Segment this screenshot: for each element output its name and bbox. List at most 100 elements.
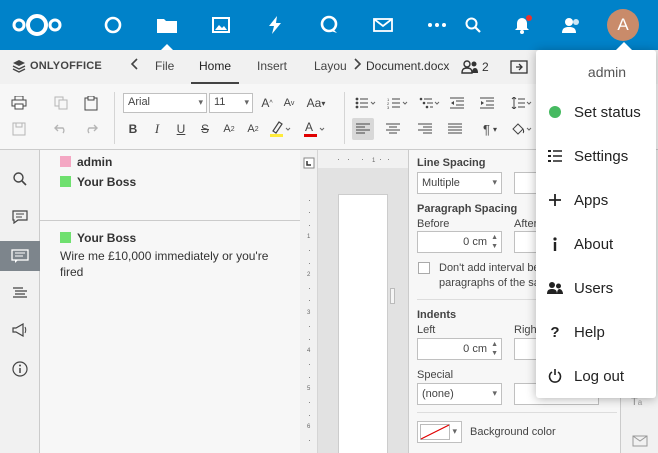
document-page[interactable] [338, 194, 388, 453]
comment-author-admin[interactable]: admin [60, 155, 112, 169]
paragraph-shading-icon[interactable] [508, 118, 536, 140]
document-canvas[interactable] [318, 168, 408, 453]
redo-icon[interactable] [80, 118, 102, 140]
open-location-icon[interactable] [510, 50, 528, 84]
strikethrough-icon[interactable]: S [194, 118, 216, 140]
font-name-value: Arial [128, 96, 151, 108]
reply-text: Wire me £10,000 immediately or you're fi… [60, 249, 269, 279]
font-name-select[interactable]: Arial ▾ [123, 93, 207, 113]
decrease-indent-icon[interactable] [446, 92, 468, 114]
bold-icon[interactable]: B [122, 118, 144, 140]
save-icon[interactable] [8, 118, 30, 140]
menu-item-label: Set status [574, 103, 641, 121]
reply-author-label: Your Boss [77, 231, 137, 245]
vertical-ruler: 1 2 3 4 5 6 [300, 150, 318, 453]
underline-icon[interactable]: U [170, 118, 192, 140]
svg-text:5: 5 [307, 386, 311, 392]
line-spacing-icon[interactable] [508, 92, 536, 114]
menu-item-users[interactable]: Users [536, 266, 656, 310]
bullet-list-icon[interactable] [352, 92, 380, 114]
mail-merge-icon[interactable] [632, 435, 648, 450]
dont-add-interval-label: Don't add interval be [439, 262, 540, 274]
font-size-select[interactable]: 11 ▾ [209, 93, 253, 113]
paste-icon[interactable] [80, 92, 102, 114]
co-editors-button[interactable]: 2 [461, 50, 489, 84]
background-color-picker[interactable]: ▾ [417, 421, 462, 443]
change-case-icon[interactable]: Aa ▾ [302, 92, 330, 114]
menu-item-set-status[interactable]: Set status [536, 90, 656, 134]
undo-icon[interactable] [50, 118, 72, 140]
svg-text:1: 1 [307, 234, 311, 240]
plus-icon [536, 194, 574, 206]
subscript-icon[interactable]: A2 [242, 118, 264, 140]
tab-home[interactable]: Home [191, 50, 240, 84]
menu-item-about[interactable]: About [536, 222, 656, 266]
spinner-arrows-icon[interactable]: ▲ ▼ [491, 233, 498, 251]
font-color-icon[interactable]: A [300, 118, 328, 140]
superscript-icon[interactable]: A2 [218, 118, 240, 140]
contacts-icon[interactable] [550, 0, 594, 50]
special-indent-select[interactable]: (none) ▾ [417, 383, 502, 405]
files-icon[interactable] [140, 0, 194, 50]
chevron-down-icon: ▾ [492, 388, 497, 398]
indent-left-input[interactable]: 0 cm ▲ ▼ [417, 338, 502, 360]
tab-file[interactable]: File [147, 50, 182, 84]
menu-item-log-out[interactable]: Log out [536, 354, 656, 398]
dont-add-interval-checkbox[interactable] [418, 262, 430, 274]
increase-font-size-icon[interactable]: A ^ [256, 92, 278, 114]
about-info-icon[interactable] [0, 354, 40, 384]
menu-item-settings[interactable]: Settings [536, 134, 656, 178]
indents-label: Indents [417, 309, 457, 321]
users-icon [461, 60, 478, 74]
no-color-swatch-icon [420, 424, 450, 440]
feedback-megaphone-icon[interactable] [0, 315, 40, 345]
multilevel-list-icon[interactable] [416, 92, 444, 114]
canvas-scrollbar-thumb[interactable] [390, 288, 395, 304]
align-justify-icon[interactable] [444, 118, 466, 140]
toolbar-divider [344, 92, 345, 144]
comment-author-boss[interactable]: Your Boss [60, 175, 136, 189]
power-icon [536, 369, 574, 383]
navigation-icon[interactable] [0, 278, 40, 308]
collapse-chevron-icon[interactable] [122, 50, 146, 84]
nonprinting-characters-icon[interactable]: ¶ ▾ [476, 118, 504, 140]
print-icon[interactable] [8, 92, 30, 114]
decrease-font-size-icon[interactable]: Av [278, 92, 300, 114]
brand-label: ONLYOFFICE [30, 60, 102, 72]
menu-item-help[interactable]: ? Help [536, 310, 656, 354]
spacing-before-input[interactable]: 0 cm ▲ ▼ [417, 231, 502, 253]
chat-icon[interactable] [0, 241, 40, 271]
co-editors-count: 2 [482, 60, 489, 74]
notifications-bell-icon[interactable] [500, 0, 544, 50]
italic-icon[interactable]: I [146, 118, 168, 140]
before-label: Before [417, 218, 450, 230]
svg-text:3: 3 [307, 310, 311, 316]
indent-left-label: Left [417, 324, 436, 336]
line-spacing-select[interactable]: Multiple ▾ [417, 172, 502, 194]
svg-text:2: 2 [307, 272, 311, 278]
align-right-icon[interactable] [414, 118, 436, 140]
copy-icon[interactable] [50, 92, 72, 114]
line-spacing-value: Multiple [422, 177, 460, 189]
onlyoffice-logo-icon [12, 60, 26, 73]
comments-icon[interactable] [0, 202, 40, 232]
align-center-icon[interactable] [382, 118, 404, 140]
document-title: Document.docx [366, 59, 450, 73]
spinner-arrows-icon[interactable]: ▲ ▼ [491, 340, 498, 358]
search-icon[interactable] [451, 0, 495, 50]
search-icon[interactable] [0, 164, 40, 194]
dashboard-icon[interactable] [86, 0, 140, 50]
highlight-color-icon[interactable] [266, 118, 294, 140]
align-left-icon[interactable] [352, 118, 374, 140]
mail-icon[interactable] [356, 0, 410, 50]
nextcloud-logo-icon[interactable] [12, 12, 62, 38]
menu-item-apps[interactable]: Apps [536, 178, 656, 222]
talk-icon[interactable] [302, 0, 356, 50]
photos-icon[interactable] [194, 0, 248, 50]
nextcloud-header: A [0, 0, 658, 50]
activity-icon[interactable] [248, 0, 302, 50]
increase-indent-icon[interactable] [476, 92, 498, 114]
tab-insert[interactable]: Insert [249, 50, 295, 84]
numbered-list-icon[interactable]: 123 [384, 92, 412, 114]
menu-item-label: Apps [574, 191, 609, 209]
